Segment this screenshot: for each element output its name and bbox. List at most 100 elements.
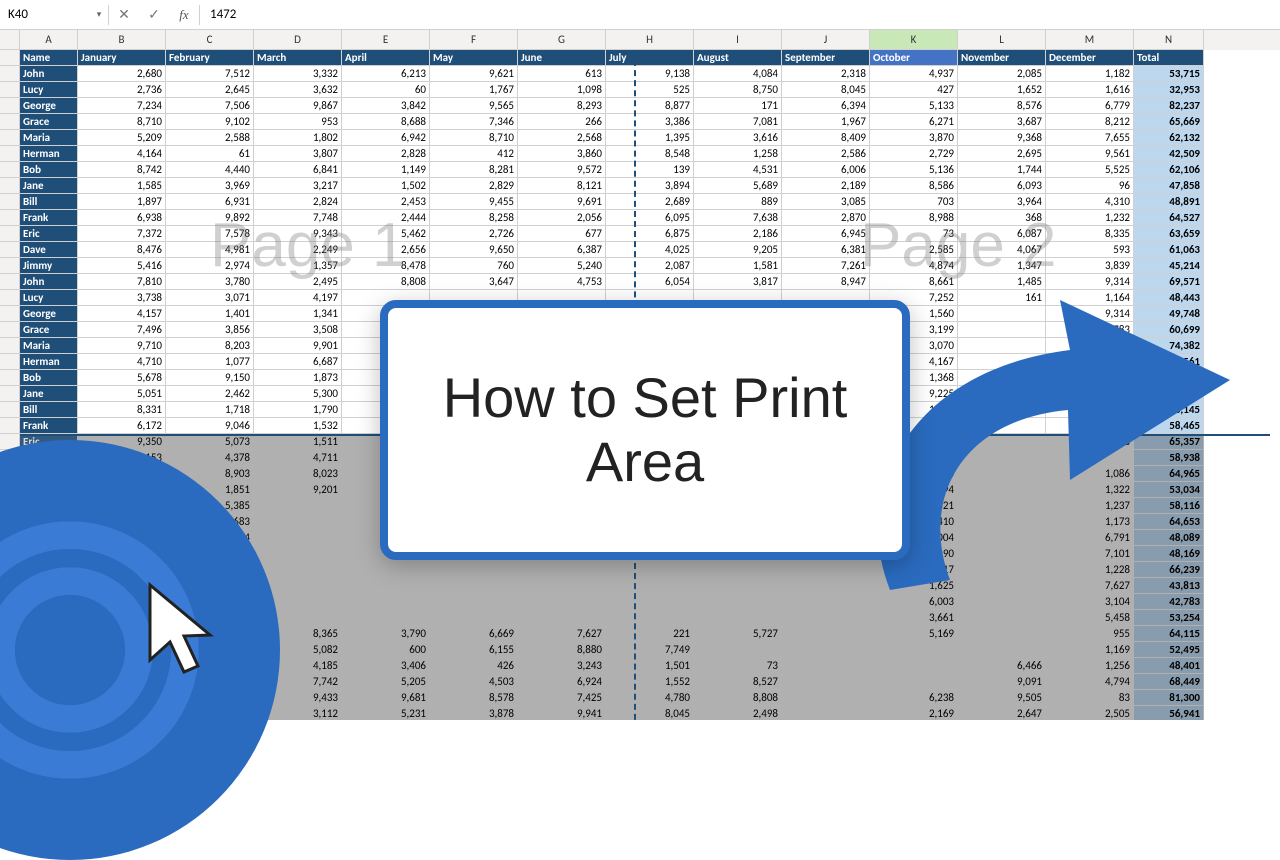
- data-cell[interactable]: [870, 674, 958, 690]
- data-cell[interactable]: 7,512: [166, 66, 254, 82]
- data-cell[interactable]: 1,228: [1046, 562, 1134, 578]
- data-cell[interactable]: [694, 562, 782, 578]
- data-cell[interactable]: 8,212: [1046, 114, 1134, 130]
- total-cell[interactable]: 52,495: [1134, 642, 1204, 658]
- data-cell[interactable]: 3,465: [1046, 370, 1134, 386]
- data-cell[interactable]: 9,892: [166, 210, 254, 226]
- data-cell[interactable]: [782, 674, 870, 690]
- data-cell[interactable]: 5,051: [78, 386, 166, 402]
- data-cell[interactable]: [606, 610, 694, 626]
- data-cell[interactable]: [958, 322, 1046, 338]
- data-cell[interactable]: 1,532: [254, 418, 342, 434]
- data-cell[interactable]: 60: [342, 82, 430, 98]
- name-cell[interactable]: Frank: [20, 418, 78, 434]
- total-cell[interactable]: 42,509: [1134, 146, 1204, 162]
- data-cell[interactable]: 9,710: [78, 338, 166, 354]
- total-cell[interactable]: 54,812: [1134, 370, 1204, 386]
- header-total[interactable]: Total: [1134, 50, 1204, 66]
- data-cell[interactable]: 2,189: [782, 178, 870, 194]
- data-cell[interactable]: 3,964: [958, 194, 1046, 210]
- total-cell[interactable]: 61,063: [1134, 242, 1204, 258]
- data-cell[interactable]: 8,880: [518, 642, 606, 658]
- data-cell[interactable]: 2,974: [166, 258, 254, 274]
- data-cell[interactable]: 61: [166, 146, 254, 162]
- data-cell[interactable]: 5,133: [870, 98, 958, 114]
- data-cell[interactable]: 7,749: [606, 642, 694, 658]
- data-cell[interactable]: 6,087: [958, 226, 1046, 242]
- data-cell[interactable]: 2,249: [254, 242, 342, 258]
- data-cell[interactable]: [342, 610, 430, 626]
- data-cell[interactable]: 3,860: [518, 146, 606, 162]
- data-cell[interactable]: [782, 706, 870, 720]
- column-header-E[interactable]: E: [342, 30, 430, 50]
- data-cell[interactable]: 2,318: [782, 66, 870, 82]
- data-cell[interactable]: 3,969: [166, 178, 254, 194]
- data-cell[interactable]: 8,478: [342, 258, 430, 274]
- header-february[interactable]: February: [166, 50, 254, 66]
- data-cell[interactable]: 3,738: [78, 290, 166, 306]
- data-cell[interactable]: 9,572: [518, 162, 606, 178]
- data-cell[interactable]: [782, 578, 870, 594]
- data-cell[interactable]: 427: [870, 82, 958, 98]
- data-cell[interactable]: 3,104: [1046, 594, 1134, 610]
- data-cell[interactable]: 6,875: [606, 226, 694, 242]
- column-header-C[interactable]: C: [166, 30, 254, 50]
- data-cell[interactable]: [958, 626, 1046, 642]
- data-cell[interactable]: 5,205: [342, 674, 430, 690]
- data-cell[interactable]: 426: [430, 658, 518, 674]
- data-cell[interactable]: 3,878: [430, 706, 518, 720]
- data-cell[interactable]: 9,368: [958, 130, 1046, 146]
- total-cell[interactable]: 48,891: [1134, 194, 1204, 210]
- data-cell[interactable]: 5,525: [1046, 162, 1134, 178]
- total-cell[interactable]: 32,953: [1134, 82, 1204, 98]
- data-cell[interactable]: 2,680: [78, 66, 166, 82]
- data-cell[interactable]: 4,310: [1046, 194, 1134, 210]
- data-cell[interactable]: 3,894: [606, 178, 694, 194]
- data-cell[interactable]: 2,726: [430, 226, 518, 242]
- data-cell[interactable]: 1,237: [1046, 498, 1134, 514]
- data-cell[interactable]: 2,186: [694, 226, 782, 242]
- data-cell[interactable]: 1,173: [1046, 514, 1134, 530]
- data-cell[interactable]: [958, 434, 1046, 450]
- data-cell[interactable]: 266: [518, 114, 606, 130]
- column-header-H[interactable]: H: [606, 30, 694, 50]
- data-cell[interactable]: [958, 354, 1046, 370]
- data-cell[interactable]: 8,121: [518, 178, 606, 194]
- data-cell[interactable]: [958, 370, 1046, 386]
- column-header-G[interactable]: G: [518, 30, 606, 50]
- data-cell[interactable]: 8,808: [694, 690, 782, 706]
- data-cell[interactable]: 5,231: [342, 706, 430, 720]
- data-cell[interactable]: 7,372: [78, 226, 166, 242]
- total-cell[interactable]: 53,034: [1134, 482, 1204, 498]
- column-header-F[interactable]: F: [430, 30, 518, 50]
- data-cell[interactable]: 1,341: [254, 306, 342, 322]
- name-box-dropdown-icon[interactable]: ▾: [90, 9, 108, 20]
- name-cell[interactable]: Grace: [20, 322, 78, 338]
- header-august[interactable]: August: [694, 50, 782, 66]
- data-cell[interactable]: 8,203: [166, 338, 254, 354]
- data-cell[interactable]: [254, 514, 342, 530]
- data-cell[interactable]: 8,576: [958, 98, 1046, 114]
- name-cell[interactable]: Frank: [20, 210, 78, 226]
- data-cell[interactable]: [518, 610, 606, 626]
- data-cell[interactable]: 8,548: [606, 146, 694, 162]
- data-cell[interactable]: 2,588: [166, 130, 254, 146]
- data-cell[interactable]: 5,169: [870, 626, 958, 642]
- data-cell[interactable]: [782, 562, 870, 578]
- data-cell[interactable]: 4,981: [166, 242, 254, 258]
- data-cell[interactable]: 8,045: [606, 706, 694, 720]
- data-cell[interactable]: 3,780: [166, 274, 254, 290]
- data-cell[interactable]: 1,401: [166, 306, 254, 322]
- data-cell[interactable]: 1,585: [78, 178, 166, 194]
- name-cell[interactable]: Bill: [20, 402, 78, 418]
- data-cell[interactable]: 955: [1046, 626, 1134, 642]
- data-cell[interactable]: 9,901: [254, 338, 342, 354]
- data-cell[interactable]: 7,627: [1046, 578, 1134, 594]
- total-cell[interactable]: 81,300: [1134, 690, 1204, 706]
- header-september[interactable]: September: [782, 50, 870, 66]
- data-cell[interactable]: 6,155: [430, 642, 518, 658]
- name-cell[interactable]: Lucy: [20, 82, 78, 98]
- total-cell[interactable]: 64,115: [1134, 626, 1204, 642]
- data-cell[interactable]: 3,687: [958, 114, 1046, 130]
- name-cell[interactable]: Jimmy: [20, 258, 78, 274]
